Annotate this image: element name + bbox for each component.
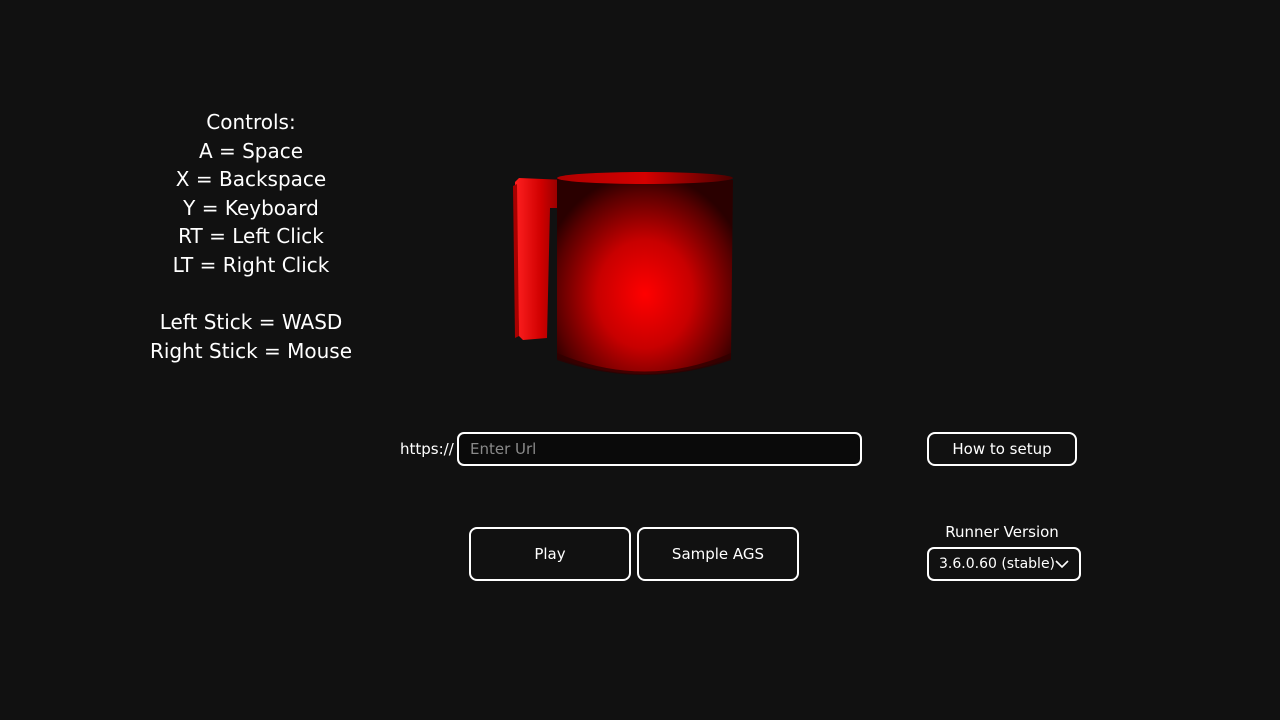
how-to-setup-button[interactable]: How to setup bbox=[927, 432, 1077, 466]
how-to-setup-label: How to setup bbox=[952, 440, 1052, 458]
url-prefix-label: https:// bbox=[400, 440, 454, 458]
controls-spacer bbox=[121, 280, 381, 309]
runner-version-value: 3.6.0.60 (stable) bbox=[939, 556, 1056, 572]
mug-3d-model-icon bbox=[513, 172, 733, 375]
sample-ags-button[interactable]: Sample AGS bbox=[637, 527, 799, 581]
url-input[interactable] bbox=[457, 432, 862, 466]
control-line: RT = Left Click bbox=[178, 224, 324, 249]
control-line: Y = Keyboard bbox=[183, 195, 319, 220]
play-label: Play bbox=[534, 545, 566, 563]
control-line: LT = Right Click bbox=[172, 252, 330, 277]
controls-help: Controls: A = Space X = Backspace Y = Ke… bbox=[121, 108, 381, 365]
control-line: X = Backspace bbox=[175, 167, 327, 192]
runner-version-select[interactable]: 3.6.0.60 (stable) bbox=[927, 547, 1081, 581]
control-line: Left Stick = WASD bbox=[159, 310, 343, 335]
runner-version-label: Runner Version bbox=[945, 523, 1059, 541]
controls-title: Controls: bbox=[206, 110, 296, 134]
chevron-down-icon bbox=[1055, 559, 1069, 569]
control-line: A = Space bbox=[198, 138, 304, 163]
control-line: Right Stick = Mouse bbox=[149, 338, 353, 363]
app-screen: Controls: A = Space X = Backspace Y = Ke… bbox=[0, 0, 1280, 720]
play-button[interactable]: Play bbox=[469, 527, 631, 581]
sample-ags-label: Sample AGS bbox=[671, 545, 765, 563]
